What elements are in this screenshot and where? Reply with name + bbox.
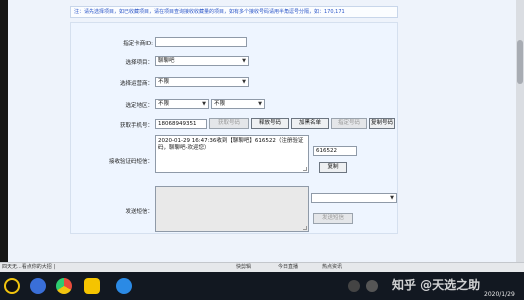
operator-select-value: 不限 (158, 79, 170, 85)
blacklist-button[interactable]: 加黑名单 (291, 118, 329, 129)
release-number-button[interactable]: 释放号码 (251, 118, 289, 129)
chevron-down-icon: ▼ (390, 195, 394, 201)
region-city-select[interactable]: 不限 ▼ (211, 99, 265, 109)
copy-code-button[interactable]: 复制 (319, 162, 347, 173)
resize-grip-icon (303, 226, 307, 230)
status-item-clip[interactable]: 快剪辑 (236, 263, 251, 272)
resize-grip-icon (303, 167, 307, 171)
tray-app-icon[interactable] (366, 280, 378, 292)
qq-penguin-icon[interactable] (4, 278, 20, 294)
send-sms-button[interactable]: 发送短信 (313, 213, 353, 224)
sms-label: 接收验证码短信： (108, 159, 153, 165)
sms-content-text: 2020-01-29 16:47:36收到【聊聊吧】616522（注册验证码，聊… (158, 138, 304, 151)
verification-code-field[interactable]: 616522 (313, 146, 357, 156)
chrome-icon[interactable] (56, 278, 72, 294)
browser-icon[interactable] (30, 278, 46, 294)
operator-label: 选择运营商： (119, 81, 153, 87)
send-sms-select[interactable]: ▼ (311, 193, 397, 203)
tray-app-icon[interactable] (348, 280, 360, 292)
region-province-select[interactable]: 不限 ▼ (155, 99, 209, 109)
status-item-live[interactable]: 今日直播 (278, 263, 298, 272)
screen-left-edge (0, 0, 8, 268)
card-merchant-label: 指定卡商ID: (123, 41, 153, 47)
operator-select[interactable]: 不限 ▼ (155, 77, 249, 87)
copy-number-button[interactable]: 复制号码 (369, 118, 395, 129)
sms-content-textarea[interactable]: 2020-01-29 16:47:36收到【聊聊吧】616522（注册验证码，聊… (155, 135, 309, 173)
phone-label: 获取手机号： (119, 123, 153, 129)
project-label: 选择项目： (125, 60, 153, 66)
project-select[interactable]: 聊聊吧 ▼ (155, 56, 249, 66)
send-sms-textarea[interactable] (155, 186, 309, 232)
windows-taskbar: 知乎 @天选之助 2020/1/29 (0, 272, 524, 300)
notice-banner: 注：请先选择项目，如已收藏项目，请在项目查询接收收藏量的项目，如有多个接收号码请… (70, 6, 398, 18)
region-province-value: 不限 (158, 101, 170, 107)
get-number-button[interactable]: 获取号码 (209, 118, 249, 129)
baidu-netdisk-icon[interactable] (116, 278, 132, 294)
clock-date: 2020/1/29 (484, 291, 515, 298)
status-left-text: 四天无...看点你的大招 | (2, 264, 56, 270)
chevron-down-icon: ▼ (202, 101, 206, 107)
card-merchant-input[interactable] (155, 37, 247, 47)
status-item-news[interactable]: 热点资讯 (322, 263, 342, 272)
region-city-value: 不限 (214, 101, 226, 107)
scrollbar-thumb[interactable] (517, 40, 523, 84)
vertical-scrollbar[interactable] (516, 0, 524, 262)
send-sms-label: 发送短信： (125, 209, 153, 215)
chevron-down-icon: ▼ (242, 79, 246, 85)
phone-number-field[interactable]: 18068949351 (155, 119, 207, 129)
chevron-down-icon: ▼ (242, 58, 246, 64)
specify-number-button[interactable]: 指定号码 (331, 118, 367, 129)
chevron-down-icon: ▼ (258, 101, 262, 107)
browser-status-bar: 四天无...看点你的大招 | 快剪辑 今日直播 热点资讯 (0, 262, 524, 272)
zhihu-watermark: 知乎 @天选之助 (392, 278, 481, 292)
browser-page: 注：请先选择项目，如已收藏项目，请在项目查询接收收藏量的项目，如有多个接收号码请… (8, 0, 516, 262)
project-select-value: 聊聊吧 (158, 58, 175, 64)
sms-form-panel: 指定卡商ID: 选择项目： 聊聊吧 ▼ 选择运营商： 不限 ▼ 选定地区： 不限… (70, 22, 398, 234)
app-yellow-icon[interactable] (84, 278, 100, 294)
region-label: 选定地区： (125, 103, 153, 109)
